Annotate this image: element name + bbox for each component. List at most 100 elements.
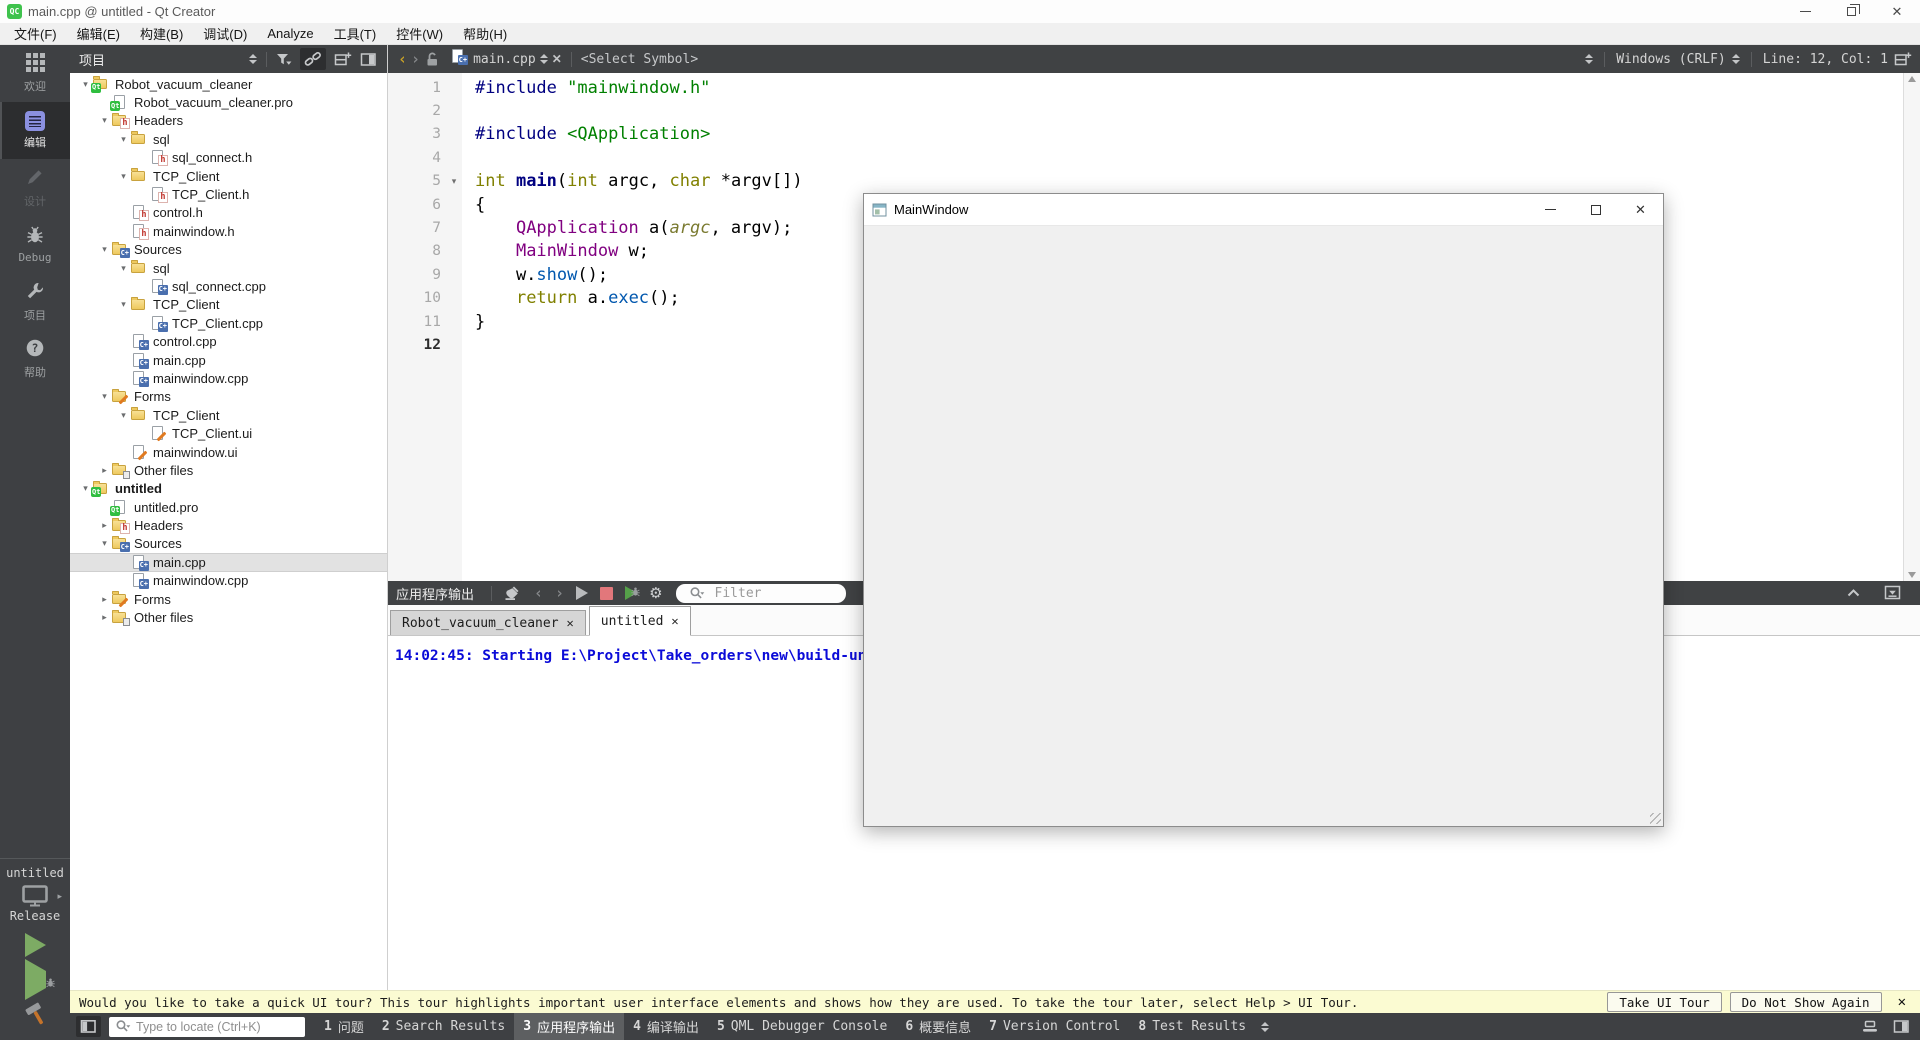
mode-pencil[interactable]: 设计 — [0, 159, 70, 216]
statusbar-pane-4[interactable]: 4编译输出 — [624, 1013, 708, 1040]
statusbar-pane-1[interactable]: 1问题 — [315, 1013, 373, 1040]
toggle-right-sidebar-icon[interactable] — [1893, 1019, 1910, 1034]
build-button[interactable] — [22, 1001, 48, 1034]
tree-item-sql[interactable]: ▾sql — [70, 130, 387, 148]
line-ending-dropdown-icon[interactable] — [1732, 54, 1740, 64]
tree-item-Sources[interactable]: ▾C+Sources — [70, 241, 387, 259]
go-forward-icon[interactable]: › — [411, 50, 420, 68]
menu-analyze[interactable]: Analyze — [257, 26, 323, 41]
tree-item-TCP_Client[interactable]: ▾TCP_Client — [70, 406, 387, 424]
tree-item-sql_connect.h[interactable]: hsql_connect.h — [70, 149, 387, 167]
tree-item-Other files[interactable]: ▸Other files — [70, 608, 387, 626]
expand-arrow-icon[interactable]: ▸ — [97, 465, 112, 476]
expand-arrow-icon[interactable]: ▸ — [97, 594, 112, 605]
next-item-icon[interactable]: › — [555, 584, 564, 602]
menu-f[interactable]: 文件(F) — [4, 24, 67, 43]
debug-run-button[interactable] — [25, 971, 46, 989]
split-panel-icon[interactable] — [334, 51, 352, 67]
expand-arrow-icon[interactable]: ▾ — [116, 134, 131, 145]
locator-box[interactable] — [109, 1017, 305, 1037]
scroll-down-icon[interactable] — [1908, 572, 1916, 578]
tree-item-TCP_Client.h[interactable]: hTCP_Client.h — [70, 185, 387, 203]
tree-item-control.h[interactable]: hcontrol.h — [70, 204, 387, 222]
tree-item-control.cpp[interactable]: C+control.cpp — [70, 332, 387, 350]
close-output-pane-icon[interactable] — [1884, 585, 1901, 601]
tree-item-TCP_Client.cpp[interactable]: C+TCP_Client.cpp — [70, 314, 387, 332]
tree-item-TCP_Client.ui[interactable]: TCP_Client.ui — [70, 424, 387, 442]
tree-item-untitled.pro[interactable]: Qtuntitled.pro — [70, 498, 387, 516]
statusbar-pane-8[interactable]: 8Test Results — [1129, 1013, 1255, 1040]
mainwindow-maximize-button[interactable] — [1573, 194, 1618, 225]
editor-scrollbar[interactable] — [1903, 73, 1920, 581]
go-back-icon[interactable]: ‹ — [398, 50, 407, 68]
resize-grip[interactable] — [1650, 813, 1661, 824]
toggle-left-sidebar-icon[interactable] — [76, 1016, 101, 1037]
menu-h[interactable]: 帮助(H) — [453, 24, 517, 43]
mode-grid[interactable]: 欢迎 — [0, 45, 70, 102]
menu-e[interactable]: 编辑(E) — [67, 24, 130, 43]
tree-item-sql[interactable]: ▾sql — [70, 259, 387, 277]
tree-item-TCP_Client[interactable]: ▾TCP_Client — [70, 296, 387, 314]
output-tab-untitled[interactable]: untitled✕ — [589, 606, 691, 636]
menu-b[interactable]: 构建(B) — [130, 24, 193, 43]
clear-output-icon[interactable] — [504, 585, 522, 601]
tree-item-untitled[interactable]: ▾Qtuntitled — [70, 480, 387, 498]
close-button[interactable]: ✕ — [1874, 0, 1920, 23]
tree-item-Other files[interactable]: ▸Other files — [70, 461, 387, 479]
minimize-button[interactable] — [1782, 0, 1828, 23]
menu-d[interactable]: 调试(D) — [193, 24, 257, 43]
mode-editdoc[interactable]: 编辑 — [0, 102, 70, 159]
menu-t[interactable]: 工具(T) — [324, 24, 387, 43]
statusbar-pane-7[interactable]: 7Version Control — [980, 1013, 1129, 1040]
expand-arrow-icon[interactable]: ▾ — [116, 410, 131, 421]
rerun-icon[interactable] — [576, 586, 588, 600]
open-file-name[interactable]: main.cpp — [473, 52, 536, 67]
expand-arrow-icon[interactable]: ▸ — [97, 612, 112, 623]
tree-item-mainwindow.h[interactable]: hmainwindow.h — [70, 222, 387, 240]
stop-icon[interactable] — [600, 587, 613, 600]
tree-item-main.cpp[interactable]: C+main.cpp — [70, 553, 387, 571]
run-button[interactable] — [25, 933, 46, 957]
kit-selector[interactable]: untitled▸Release — [0, 858, 70, 1036]
sync-with-editor-icon[interactable] — [300, 48, 326, 70]
tree-item-mainwindow.cpp[interactable]: C+mainwindow.cpp — [70, 572, 387, 590]
panel-selector-icon[interactable] — [249, 54, 257, 64]
project-panel-title[interactable]: 项目 — [79, 50, 105, 69]
output-filter-input[interactable] — [715, 586, 825, 601]
tree-item-TCP_Client[interactable]: ▾TCP_Client — [70, 167, 387, 185]
mainwindow-titlebar[interactable]: MainWindow ✕ — [864, 194, 1663, 226]
expand-arrow-icon[interactable]: ▾ — [116, 171, 131, 182]
statusbar-pane-3[interactable]: 3应用程序输出 — [514, 1013, 624, 1040]
locator-input[interactable] — [136, 1020, 286, 1034]
close-document-icon[interactable]: ✕ — [552, 52, 562, 66]
tree-item-Robot_vacuum_cleaner[interactable]: ▾QtRobot_vacuum_cleaner — [70, 75, 387, 93]
tree-item-Headers[interactable]: ▾hHeaders — [70, 112, 387, 130]
close-panel-icon[interactable] — [360, 52, 377, 67]
settings-gear-icon[interactable]: ⚙ — [649, 586, 662, 601]
split-editor-icon[interactable] — [1894, 51, 1912, 67]
expand-arrow-icon[interactable]: ▾ — [97, 244, 112, 255]
filter-icon[interactable] — [276, 52, 292, 66]
mainwindow-minimize-button[interactable] — [1528, 194, 1573, 225]
tree-item-Sources[interactable]: ▾C+Sources — [70, 535, 387, 553]
fold-marker-icon[interactable]: ▾ — [446, 176, 462, 187]
mode-help[interactable]: ?帮助 — [0, 330, 70, 387]
statusbar-pane-6[interactable]: 6概要信息 — [896, 1013, 980, 1040]
encoding-dropdown-icon[interactable] — [1585, 54, 1593, 64]
output-panes-dropdown-icon[interactable] — [1261, 1022, 1269, 1032]
tree-item-mainwindow.ui[interactable]: mainwindow.ui — [70, 443, 387, 461]
statusbar-pane-5[interactable]: 5QML Debugger Console — [708, 1013, 896, 1040]
mainwindow-close-button[interactable]: ✕ — [1618, 194, 1663, 225]
tree-item-Forms[interactable]: ▾Forms — [70, 388, 387, 406]
expand-arrow-icon[interactable]: ▾ — [116, 299, 131, 310]
close-tab-icon[interactable]: ✕ — [671, 614, 678, 628]
statusbar-pane-2[interactable]: 2Search Results — [373, 1013, 514, 1040]
expand-arrow-icon[interactable]: ▾ — [116, 263, 131, 274]
menu-w[interactable]: 控件(W) — [386, 24, 453, 43]
maximize-output-pane-icon[interactable] — [1845, 586, 1862, 600]
mode-wrench[interactable]: 项目 — [0, 273, 70, 330]
attach-debugger-icon[interactable] — [625, 586, 637, 600]
tree-item-sql_connect.cpp[interactable]: C+sql_connect.cpp — [70, 277, 387, 295]
tree-item-mainwindow.cpp[interactable]: C+mainwindow.cpp — [70, 369, 387, 387]
restore-button[interactable] — [1828, 0, 1874, 23]
